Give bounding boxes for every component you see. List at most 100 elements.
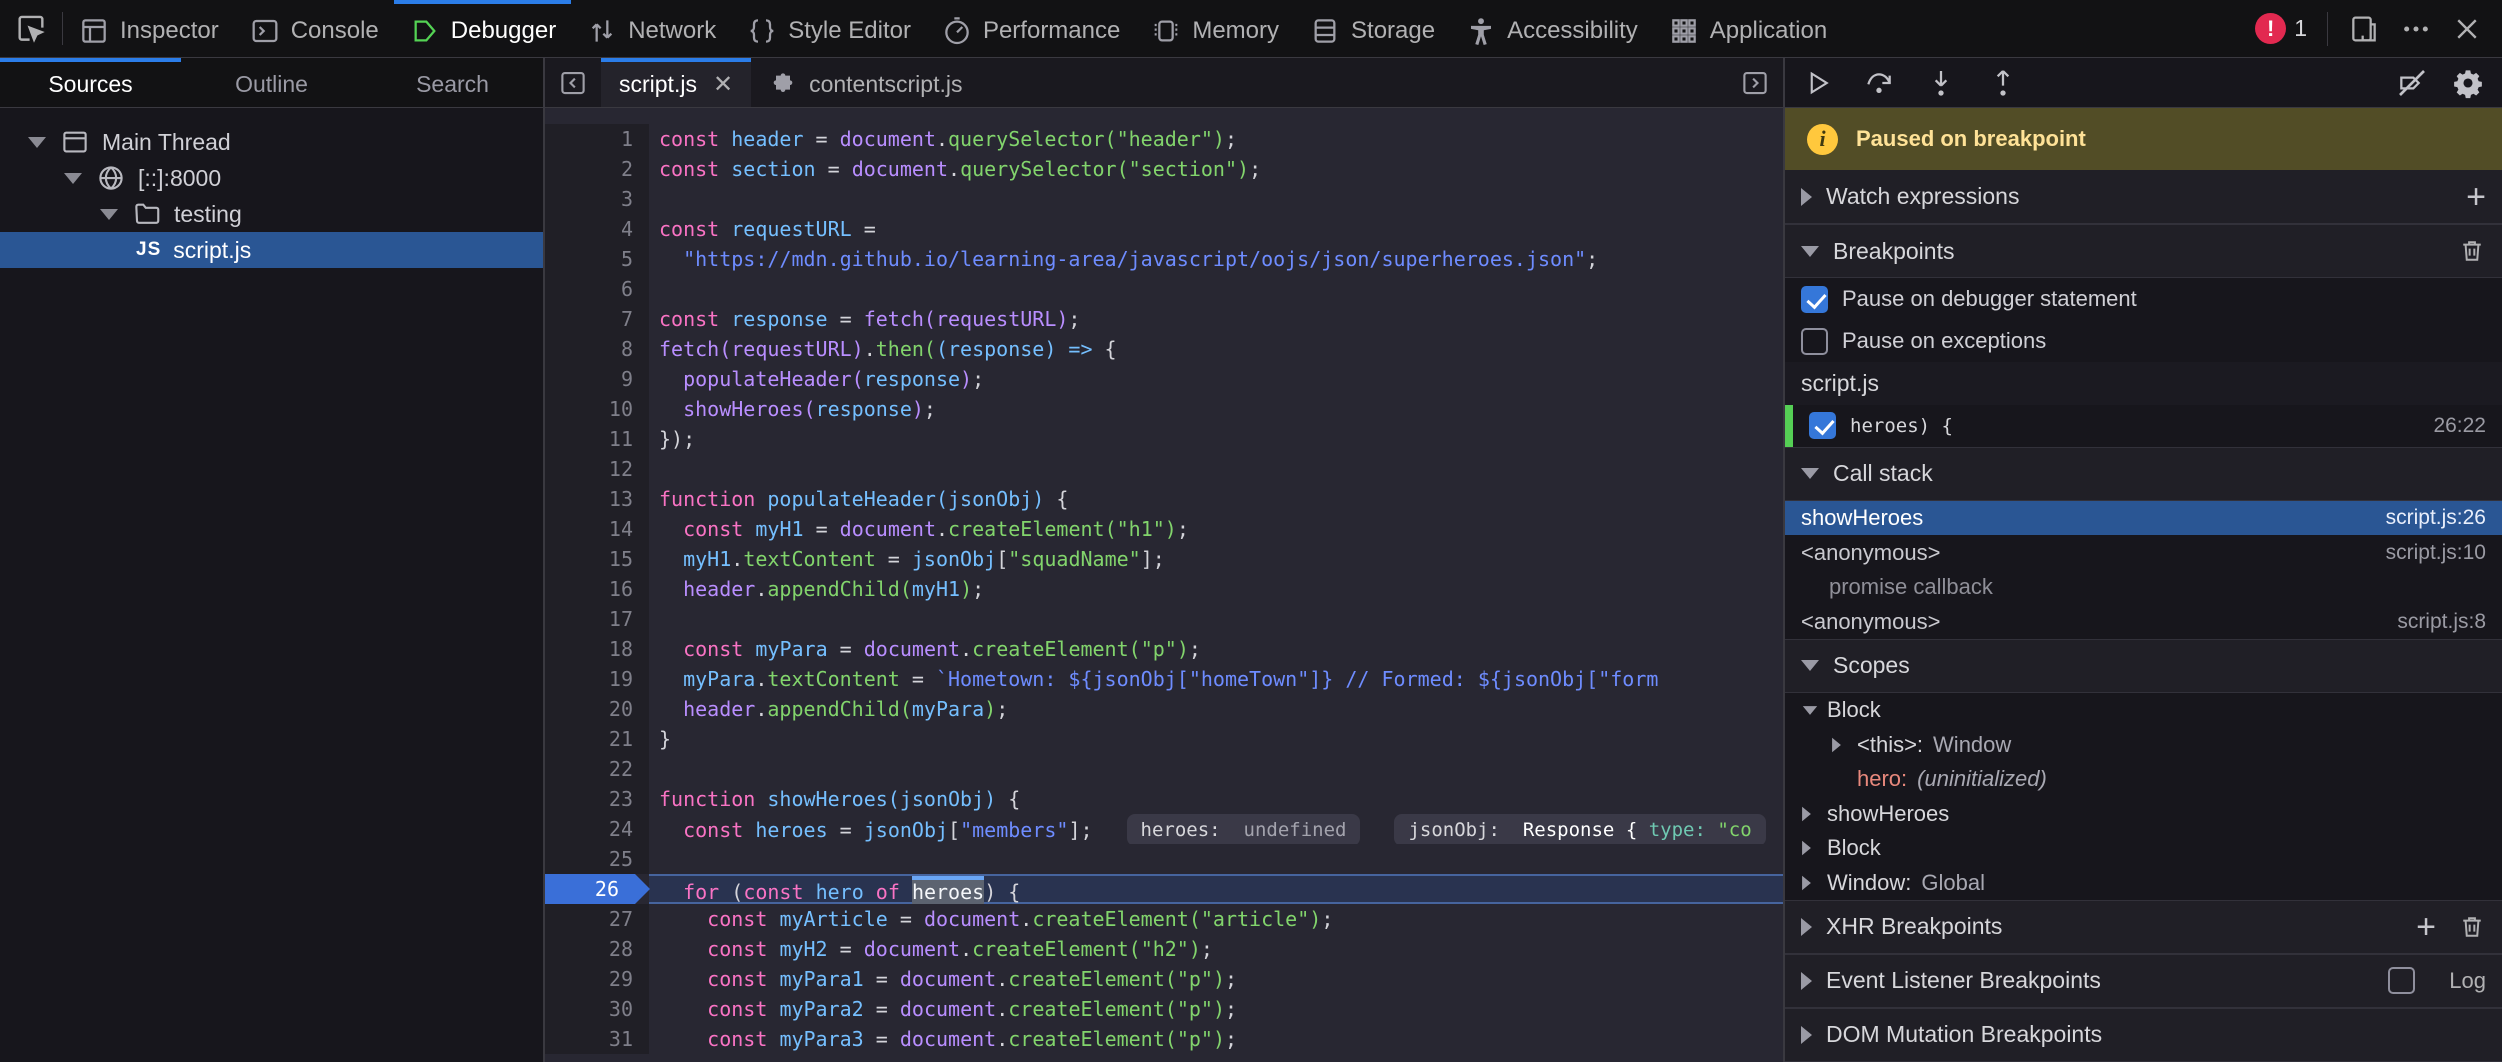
toolbar-tab-accessibility[interactable]: Accessibility (1450, 0, 1653, 57)
line-number[interactable]: 5 (545, 244, 649, 274)
toolbar-tab-storage[interactable]: Storage (1294, 0, 1450, 57)
resume-button[interactable] (1803, 68, 1833, 98)
tree-item--8000[interactable]: [::]:8000 (0, 160, 543, 196)
line-number[interactable]: 21 (545, 724, 649, 754)
remove-breakpoints-button[interactable] (2458, 237, 2486, 265)
expand-panes-button[interactable] (1727, 58, 1783, 107)
step-out-button[interactable] (1987, 67, 2019, 99)
line-number[interactable]: 31 (545, 1024, 649, 1054)
toolbar-tab-memory[interactable]: Memory (1135, 0, 1294, 57)
code-line-29[interactable]: 29 const myPara1 = document.createElemen… (545, 964, 1783, 994)
line-number[interactable]: 1 (545, 124, 649, 154)
code-line-12[interactable]: 12 (545, 454, 1783, 484)
breakpoint-option[interactable]: Pause on debugger statement (1785, 278, 2502, 320)
call-stack-frame[interactable]: promise callback (1785, 570, 2502, 605)
scope-row[interactable]: Block (1785, 831, 2502, 866)
code-line-16[interactable]: 16 header.appendChild(myH1); (545, 574, 1783, 604)
line-number[interactable]: 17 (545, 604, 649, 634)
code-line-11[interactable]: 11}); (545, 424, 1783, 454)
toolbar-tab-network[interactable]: Network (571, 0, 731, 57)
add-xhr-breakpoint-button[interactable]: + (2416, 912, 2436, 942)
code-line-21[interactable]: 21} (545, 724, 1783, 754)
code-line-22[interactable]: 22 (545, 754, 1783, 784)
line-number[interactable]: 11 (545, 424, 649, 454)
code-line-17[interactable]: 17 (545, 604, 1783, 634)
line-number[interactable]: 8 (545, 334, 649, 364)
code-line-8[interactable]: 8fetch(requestURL).then((response) => { (545, 334, 1783, 364)
breakpoint-option[interactable]: Pause on exceptions (1785, 320, 2502, 362)
section-breakpoints[interactable]: Breakpoints (1785, 224, 2502, 278)
section-call-stack[interactable]: Call stack (1785, 447, 2502, 501)
code-line-30[interactable]: 30 const myPara2 = document.createElemen… (545, 994, 1783, 1024)
code-line-5[interactable]: 5 "https://mdn.github.io/learning-area/j… (545, 244, 1783, 274)
code-line-6[interactable]: 6 (545, 274, 1783, 304)
code-line-2[interactable]: 2const section = document.querySelector(… (545, 154, 1783, 184)
toolbar-tab-inspector[interactable]: Inspector (63, 0, 234, 57)
close-tab-icon[interactable]: ✕ (713, 70, 733, 99)
line-number[interactable]: 13 (545, 484, 649, 514)
line-number[interactable]: 16 (545, 574, 649, 604)
breakpoint-option-checkbox[interactable] (1801, 286, 1828, 313)
call-stack-frame[interactable]: <anonymous>script.js:10 (1785, 535, 2502, 570)
tab-search[interactable]: Search (362, 58, 543, 107)
toolbar-tab-console[interactable]: Console (234, 0, 394, 57)
meatball-menu-button[interactable] (2400, 13, 2432, 45)
source-tab-contentscript-js[interactable]: contentscript.js (751, 58, 980, 107)
toolbar-tab-style-editor[interactable]: Style Editor (731, 0, 926, 57)
log-checkbox[interactable] (2388, 967, 2415, 994)
code-line-1[interactable]: 1const header = document.querySelector("… (545, 124, 1783, 154)
inline-preview-badge[interactable]: heroes: undefined (1127, 814, 1361, 844)
line-number[interactable]: 27 (545, 904, 649, 934)
inline-preview-badge[interactable]: jsonObj: Response { type: "co (1394, 814, 1765, 844)
line-number[interactable]: 28 (545, 934, 649, 964)
tree-item-main-thread[interactable]: Main Thread (0, 124, 543, 160)
line-number[interactable]: 4 (545, 214, 649, 244)
toolbar-tab-performance[interactable]: Performance (926, 0, 1135, 57)
step-over-button[interactable] (1863, 67, 1895, 99)
settings-button[interactable] (2452, 67, 2484, 99)
line-number[interactable]: 2 (545, 154, 649, 184)
tab-sources[interactable]: Sources (0, 58, 181, 107)
scope-row[interactable]: hero:(uninitialized) (1785, 762, 2502, 797)
line-number[interactable]: 6 (545, 274, 649, 304)
twisty-expanded-icon[interactable] (100, 209, 118, 220)
source-tab-script-js[interactable]: script.js✕ (601, 58, 751, 107)
code-line-27[interactable]: 27 const myArticle = document.createElem… (545, 904, 1783, 934)
line-number[interactable]: 23 (545, 784, 649, 814)
code-line-26[interactable]: 2626 for (const hero of heroes) { (545, 874, 1783, 904)
code-line-15[interactable]: 15 myH1.textContent = jsonObj["squadName… (545, 544, 1783, 574)
code-line-20[interactable]: 20 header.appendChild(myPara); (545, 694, 1783, 724)
node-picker-button[interactable] (0, 0, 62, 57)
tree-item-script-js[interactable]: JSscript.js (0, 232, 543, 268)
code-line-25[interactable]: 25 (545, 844, 1783, 874)
tree-item-testing[interactable]: testing (0, 196, 543, 232)
section-watch-expressions[interactable]: Watch expressions+ (1785, 170, 2502, 224)
add-watch-expression-button[interactable]: + (2466, 182, 2486, 212)
scope-row[interactable]: showHeroes (1785, 796, 2502, 831)
code-line-14[interactable]: 14 const myH1 = document.createElement("… (545, 514, 1783, 544)
step-in-button[interactable] (1925, 67, 1957, 99)
code-line-4[interactable]: 4const requestURL = (545, 214, 1783, 244)
call-stack-frame[interactable]: <anonymous>script.js:8 (1785, 604, 2502, 639)
scope-row[interactable]: <this>:Window (1785, 727, 2502, 762)
call-stack-frame[interactable]: showHeroesscript.js:26 (1785, 501, 2502, 536)
code-line-31[interactable]: 31 const myPara3 = document.createElemen… (545, 1024, 1783, 1054)
line-number[interactable]: 29 (545, 964, 649, 994)
line-number[interactable]: 19 (545, 664, 649, 694)
section-xhr-breakpoints[interactable]: XHR Breakpoints+ (1785, 900, 2502, 954)
line-number[interactable]: 25 (545, 844, 649, 874)
section-dom-mutation-breakpoints[interactable]: DOM Mutation Breakpoints (1785, 1008, 2502, 1062)
toolbar-tab-application[interactable]: Application (1653, 0, 1842, 57)
code-line-13[interactable]: 13function populateHeader(jsonObj) { (545, 484, 1783, 514)
section-scopes[interactable]: Scopes (1785, 639, 2502, 693)
line-number[interactable]: 18 (545, 634, 649, 664)
line-number[interactable]: 24 (545, 814, 649, 844)
code-line-24[interactable]: 24 const heroes = jsonObj["members"];her… (545, 814, 1783, 844)
code-line-7[interactable]: 7const response = fetch(requestURL); (545, 304, 1783, 334)
code-line-3[interactable]: 3 (545, 184, 1783, 214)
twisty-expanded-icon[interactable] (28, 137, 46, 148)
code-line-18[interactable]: 18 const myPara = document.createElement… (545, 634, 1783, 664)
line-number[interactable]: 3 (545, 184, 649, 214)
responsive-design-mode-button[interactable] (2348, 13, 2380, 45)
line-number[interactable]: 14 (545, 514, 649, 544)
